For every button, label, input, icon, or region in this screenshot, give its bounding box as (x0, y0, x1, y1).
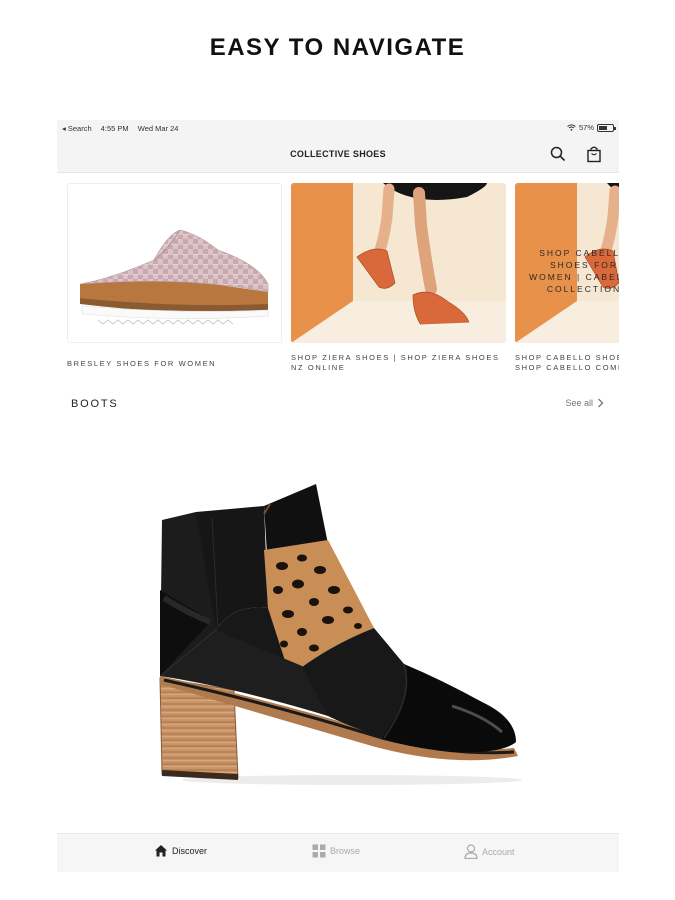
ziera-shoes-image (291, 183, 506, 343)
tab-label-discover: Discover (172, 845, 208, 856)
carousel-label-cabello[interactable]: SHOP CABELLO SHOES FOR WOMEN | SHOP CABE… (515, 353, 619, 373)
section-title-boots: BOOTS (71, 398, 119, 410)
top-nav-bar: COLLECTIVE SHOES (57, 136, 619, 173)
home-icon (155, 845, 167, 857)
carousel-card-bresley[interactable] (67, 183, 282, 343)
wifi-icon (567, 124, 576, 131)
battery-percent: 57% (578, 123, 594, 132)
store-title: COLLECTIVE SHOES (290, 149, 386, 159)
status-time: 4:55 PM (100, 124, 129, 133)
bottom-tab-bar: Discover Browse Account (57, 833, 619, 872)
chevron-right-icon (598, 398, 604, 408)
person-icon (464, 844, 478, 859)
page-headline: EASY TO NAVIGATE (209, 34, 466, 61)
see-all-label: See all (565, 398, 593, 408)
see-all-link[interactable]: See all (565, 398, 604, 408)
tab-label-account: Account (482, 846, 515, 857)
carousel-card-ziera[interactable] (291, 183, 506, 343)
status-date: Wed Mar 24 (137, 124, 179, 133)
tab-account[interactable]: Account (464, 844, 515, 859)
carousel-label-bresley[interactable]: BRESLEY SHOES FOR WOMEN (67, 359, 282, 369)
carousel-card-cabello[interactable]: SHOP CABELLO SHOES FOR WOMEN | CABELLO C… (515, 183, 619, 343)
tab-discover[interactable]: Discover (154, 844, 207, 857)
tab-label-browse: Browse (330, 846, 361, 856)
carousel-label-ziera[interactable]: SHOP ZIERA SHOES | SHOP ZIERA SHOES NZ O… (291, 353, 506, 373)
status-bar: ◂ Search 4:55 PM Wed Mar 24 57% (57, 120, 619, 136)
shopping-bag-icon[interactable] (585, 145, 603, 163)
battery-icon (597, 123, 616, 132)
search-icon[interactable] (549, 145, 567, 163)
grid-icon (312, 844, 326, 858)
tablet-screen: ◂ Search 4:55 PM Wed Mar 24 57% COLLECTI… (57, 120, 619, 872)
boot-product-image[interactable] (152, 480, 532, 795)
cabello-overlay-text: SHOP CABELLO SHOES FOR WOMEN | CABELLO C… (529, 248, 619, 294)
bresley-shoe-image (80, 229, 269, 325)
status-back-search[interactable]: ◂ Search (62, 124, 92, 133)
tab-browse[interactable]: Browse (312, 844, 360, 858)
